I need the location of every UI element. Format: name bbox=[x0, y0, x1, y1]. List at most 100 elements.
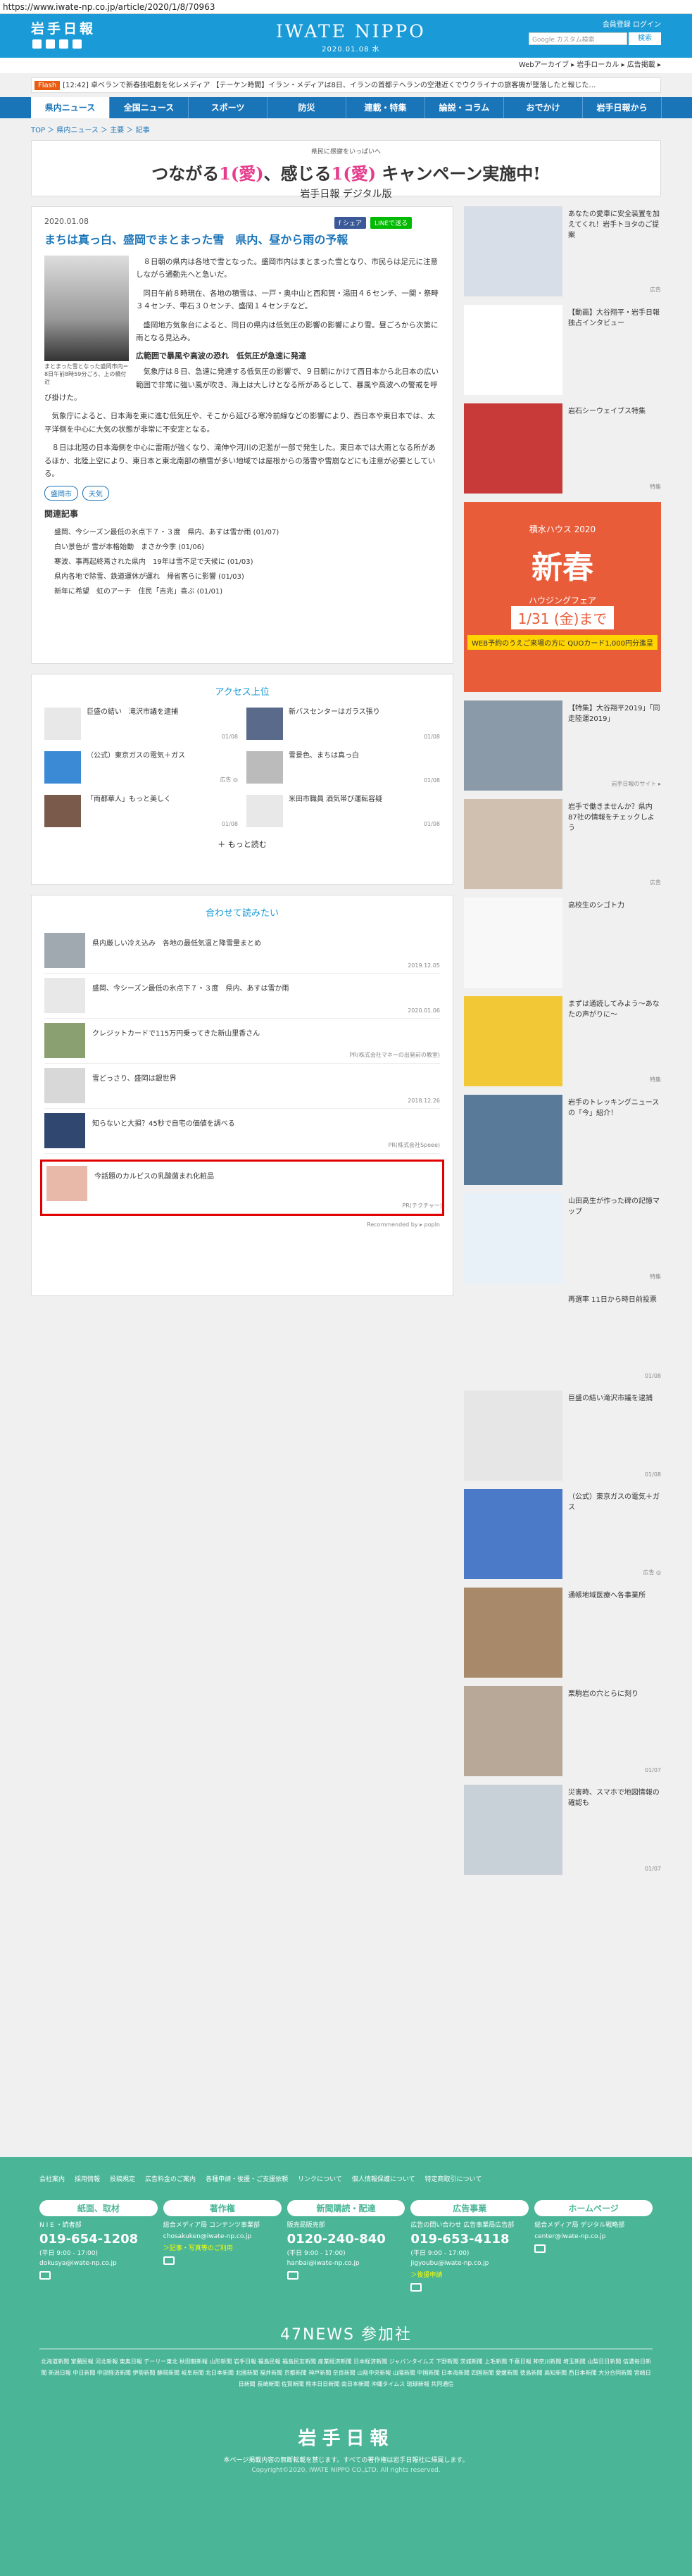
mail-icon[interactable] bbox=[534, 2244, 546, 2253]
sidebar-item[interactable]: 岩手で働きませんか？県内87社の情報をチェックしよう 広告 bbox=[464, 799, 661, 889]
sidebar-item[interactable]: 通帳地域医療へ各事業所 bbox=[464, 1588, 661, 1678]
related-link[interactable]: 県内各地で除雪、鉄道運休が運れ 帰省客らに影響 (01/03) bbox=[44, 568, 440, 583]
access-item[interactable]: （公式）東京ガスの電気＋ガス 広告 ◎ bbox=[44, 751, 238, 784]
sidebar-meta: 特集 bbox=[650, 1274, 661, 1280]
recs-footer[interactable]: Recommended by ▸ popln bbox=[44, 1221, 440, 1228]
sidebar-item[interactable]: 【動画】大谷翔平・岩手日報独占インタビュー bbox=[464, 305, 661, 395]
footer-mail[interactable]: jigyoubu@iwate-np.co.jp bbox=[410, 2260, 529, 2267]
nav-bousai[interactable]: 防災 bbox=[268, 97, 346, 118]
rec-item[interactable]: 県内厳しい冷え込み 各地の最低気温と降雪量まとめ 2019.12.05 bbox=[44, 929, 440, 974]
ticker-text[interactable]: [12:42] 卓ベランで新春独唱劇を化レメディア 【テーケン時間】イラン・メデ… bbox=[63, 82, 596, 89]
sidebar-item[interactable]: 災害時、スマホで地図情報の確認も 01/07 bbox=[464, 1785, 661, 1875]
access-item[interactable]: 雪景色、まちは真っ白 01/08 bbox=[246, 751, 440, 784]
mail-icon[interactable] bbox=[410, 2282, 422, 2292]
footer-mail[interactable]: chosakuken@iwate-np.co.jp bbox=[163, 2233, 282, 2240]
rec-item[interactable]: クレジットカードで115万円乗ってきた新山里香さん PR(株式会社マネーの出発前の… bbox=[44, 1019, 440, 1064]
nav-zenkoku[interactable]: 全国ニュース bbox=[110, 97, 189, 118]
nav-nippo[interactable]: 岩手日報から bbox=[583, 97, 662, 118]
breadcrumb[interactable]: TOP ＞ 県内ニュース ＞ 主要 ＞ 記事 bbox=[31, 124, 661, 134]
footer-logo[interactable]: 岩手日報 bbox=[0, 2424, 692, 2450]
site-logo[interactable]: 岩手日報 bbox=[31, 18, 96, 37]
twitter-icon[interactable] bbox=[32, 39, 42, 49]
related-link[interactable]: 新年に希望 虹のアーチ 住民「吉兆」喜ぶ (01/01) bbox=[44, 583, 440, 598]
thumbnail bbox=[246, 751, 283, 784]
footer-note[interactable]: ＞後援申請 bbox=[410, 2270, 529, 2279]
sidebar-item[interactable]: 岩手のトレッキングニュースの「今」紹介！ bbox=[464, 1095, 661, 1185]
facebook-share-button[interactable]: f シェア bbox=[334, 217, 367, 229]
sidebar-thumbnail bbox=[464, 1489, 562, 1579]
access-item[interactable]: 米田市職員 酒気帯び運転容疑 01/08 bbox=[246, 795, 440, 827]
rec-item[interactable]: 盛岡、今シーズン最低の氷点下７・３度 県内、あすは雪か雨 2020.01.06 bbox=[44, 974, 440, 1019]
browser-url-bar[interactable]: https://www.iwate-np.co.jp/article/2020/… bbox=[0, 0, 692, 14]
line-share-button[interactable]: LINEで送る bbox=[370, 217, 413, 229]
line-icon[interactable] bbox=[59, 39, 68, 49]
site-title[interactable]: IWATE NIPPO 2020.01.08 水 bbox=[276, 21, 426, 54]
footer-link[interactable]: 会社案内 bbox=[39, 2174, 65, 2183]
tag-morioka[interactable]: 盛岡市 bbox=[44, 486, 78, 501]
sidebar-thumbnail bbox=[464, 305, 562, 395]
photo-caption: まとまった雪となった盛岡市内＝8日午前8時59分ごろ、上の橋付近 bbox=[44, 363, 129, 385]
mail-icon[interactable] bbox=[39, 2270, 51, 2280]
footer-mail[interactable]: dokusya@iwate-np.co.jp bbox=[39, 2260, 158, 2267]
footer-link[interactable]: 投稿規定 bbox=[110, 2174, 135, 2183]
47news-members[interactable]: 北海道新聞 室蘭民報 河北新報 東奥日報 デーリー東北 秋田魁新報 山形新聞 岩… bbox=[0, 2356, 692, 2390]
footer-link[interactable]: リンクについて bbox=[298, 2174, 342, 2183]
footer-mail[interactable]: center@iwate-np.co.jp bbox=[534, 2233, 653, 2240]
footer-h: ホームページ bbox=[534, 2200, 653, 2216]
sidebar-item[interactable]: 高校生のシゴト力 bbox=[464, 898, 661, 988]
access-item[interactable]: 「両都華人」もっと美しく 01/08 bbox=[44, 795, 238, 827]
nav-odekake[interactable]: おでかけ bbox=[504, 97, 583, 118]
footer-mail[interactable]: hanbai@iwate-np.co.jp bbox=[287, 2260, 405, 2267]
news-ticker[interactable]: Flash [12:42] 卓ベランで新春独唱劇を化レメディア 【テーケン時間】イ… bbox=[31, 77, 661, 93]
related-link[interactable]: 白い景色が 雪が本格始動 まさか今季 (01/06) bbox=[44, 539, 440, 553]
sidebar-item[interactable]: 栗駒岩の穴とらに刻り 01/07 bbox=[464, 1686, 661, 1776]
footer-note[interactable]: ＞記事・写真等のご利用 bbox=[163, 2243, 282, 2252]
related-link[interactable]: 盛岡、今シーズン最低の氷点下７・３度 県内、あすは雪か雨 (01/07) bbox=[44, 524, 440, 539]
search-input[interactable]: Google カスタム検索 bbox=[529, 32, 627, 45]
campaign-banner[interactable]: 県民に感謝をいっぱいへ つながる1(愛)、感じる1(愛) キャンペーン実施中! … bbox=[31, 140, 661, 200]
access-item[interactable]: 巨盛の結い 滝沢市議を逮捕 01/08 bbox=[44, 708, 238, 740]
article-photo[interactable] bbox=[44, 256, 129, 361]
footer-link[interactable]: 特定商取引について bbox=[425, 2174, 482, 2183]
footer-link[interactable]: 採用情報 bbox=[75, 2174, 100, 2183]
instagram-icon[interactable] bbox=[73, 39, 82, 49]
mail-icon[interactable] bbox=[163, 2256, 175, 2265]
related-link[interactable]: 寒波、事再起終焉された県内 19年は雪不足で天候に (01/03) bbox=[44, 553, 440, 568]
housing-fair-ad[interactable]: 積水ハウス 2020 新春 ハウジングフェア 1/31 (金)まで WEB予約のうえご来… bbox=[464, 502, 661, 692]
footer-link[interactable]: 個人情報保護について bbox=[352, 2174, 415, 2183]
search-button[interactable]: 検索 bbox=[629, 32, 661, 45]
facebook-icon[interactable] bbox=[46, 39, 55, 49]
mail-icon[interactable] bbox=[287, 2270, 298, 2280]
article-paragraph: 気象庁によると、日本海を東に進む低気圧や、そこから延びる寒冷前線などの影響により… bbox=[44, 412, 435, 434]
campaign-title: つながる1(愛)、感じる1(愛) キャンペーン実施中! bbox=[151, 163, 541, 184]
footer-link[interactable]: 広告料金のご案内 bbox=[145, 2174, 196, 2183]
sidebar-meta: 01/08 bbox=[644, 1373, 661, 1379]
sidebar-text: 高校生のシゴト力 bbox=[568, 902, 624, 910]
thumbnail bbox=[44, 1113, 85, 1148]
sidebar-item[interactable]: 再選率 11日から時日前投票 01/08 bbox=[464, 1292, 661, 1382]
access-item[interactable]: 新バスセンターはガラス張り 01/08 bbox=[246, 708, 440, 740]
more-button[interactable]: ＋ もっと読む bbox=[44, 838, 440, 850]
footer-h: 著作権 bbox=[163, 2200, 282, 2216]
sidebar-item[interactable]: まずは通読してみよう～あなたの声がりに～ 特集 bbox=[464, 996, 661, 1086]
sidebar-item[interactable]: あなたの愛車に安全装置を加えてくれ！岩手トヨタのご提案 広告 bbox=[464, 206, 661, 296]
tag-weather[interactable]: 天気 bbox=[82, 486, 109, 501]
login-links[interactable]: 会員登録 ログイン bbox=[603, 18, 661, 29]
footer-link[interactable]: 各種申請・後援・ご支援依頼 bbox=[206, 2174, 288, 2183]
rec-item-highlighted[interactable]: 今話題のカルピスの乳酸菌まれ化粧品 PR(テクチャー) bbox=[40, 1160, 444, 1216]
thumbnail bbox=[44, 1068, 85, 1103]
rec-item[interactable]: 知らないと大損？45秒で自宅の価値を調べる PR(株式会社Speee) bbox=[44, 1109, 440, 1154]
sidebar-item[interactable]: 【特集】大谷翔平2019」「同走陸運2019」 岩手日報のサイト ▸ bbox=[464, 700, 661, 791]
nav-kennai[interactable]: 県内ニュース bbox=[31, 97, 110, 118]
nav-sports[interactable]: スポーツ bbox=[189, 97, 268, 118]
nav-rensai[interactable]: 連載・特集 bbox=[346, 97, 425, 118]
nav-ronsetsu[interactable]: 論説・コラム bbox=[425, 97, 504, 118]
sidebar-item[interactable]: 山田高生が作った碑の記憶マップ 特集 bbox=[464, 1193, 661, 1283]
header-subline[interactable]: Webアーカイブ ▸ 岩手ローカル ▸ 広告掲載 ▸ bbox=[0, 58, 692, 73]
site-header: 岩手日報 IWATE NIPPO 2020.01.08 水 会員登録 ログイン G… bbox=[0, 14, 692, 58]
sidebar-item[interactable]: 巨盛の結い滝沢市議を逮捕 01/08 bbox=[464, 1390, 661, 1481]
sidebar-item[interactable]: 岩石シーウェイブス特集 特集 bbox=[464, 403, 661, 494]
sidebar-thumbnail bbox=[464, 1785, 562, 1875]
sidebar-item[interactable]: （公式）東京ガスの電気＋ガス 広告 ◎ bbox=[464, 1489, 661, 1579]
rec-item[interactable]: 雪どっさり、盛岡は銀世界 2018.12.26 bbox=[44, 1064, 440, 1109]
